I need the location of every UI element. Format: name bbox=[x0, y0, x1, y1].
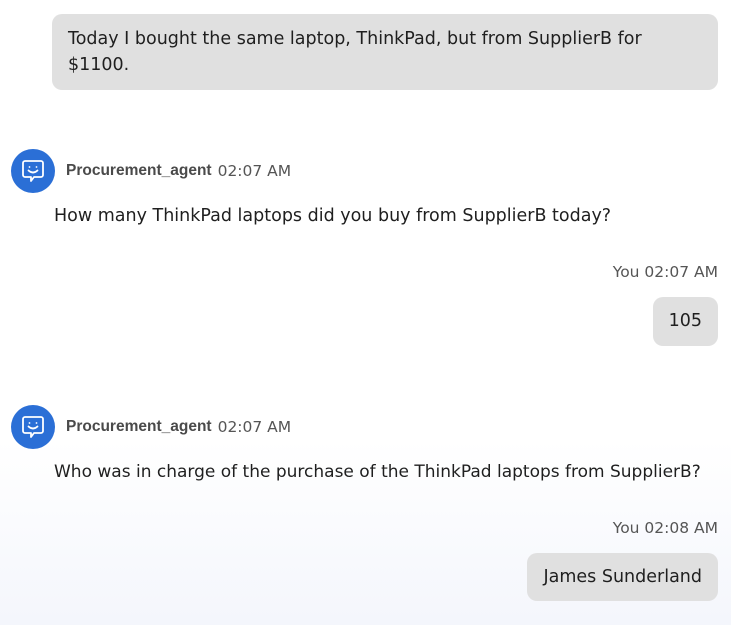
message-timestamp: 02:07 AM bbox=[217, 418, 292, 436]
agent-message-text: How many ThinkPad laptops did you buy fr… bbox=[54, 206, 612, 226]
user-message-bubble: James Sunderland bbox=[527, 553, 718, 601]
user-message-text: Today I bought the same laptop, ThinkPad… bbox=[68, 29, 642, 75]
user-message-text: 105 bbox=[668, 311, 702, 331]
agent-message-header: Procurement_agent 02:07 AM bbox=[11, 405, 291, 449]
user-message-meta: You 02:08 AM bbox=[612, 519, 718, 537]
user-message-meta: You 02:07 AM bbox=[612, 263, 718, 281]
user-message-bubble: Today I bought the same laptop, ThinkPad… bbox=[52, 14, 718, 90]
chat-transcript: Today I bought the same laptop, ThinkPad… bbox=[0, 0, 731, 625]
agent-name: Procurement_agent bbox=[66, 162, 212, 179]
chatbot-icon bbox=[11, 149, 55, 193]
chatbot-icon bbox=[11, 405, 55, 449]
message-timestamp: 02:07 AM bbox=[217, 162, 292, 180]
user-message-bubble: 105 bbox=[652, 297, 718, 346]
agent-name: Procurement_agent bbox=[66, 418, 212, 435]
user-message-text: James Sunderland bbox=[543, 567, 702, 587]
agent-message-header: Procurement_agent 02:07 AM bbox=[11, 149, 291, 193]
agent-message-text: Who was in charge of the purchase of the… bbox=[54, 462, 701, 482]
